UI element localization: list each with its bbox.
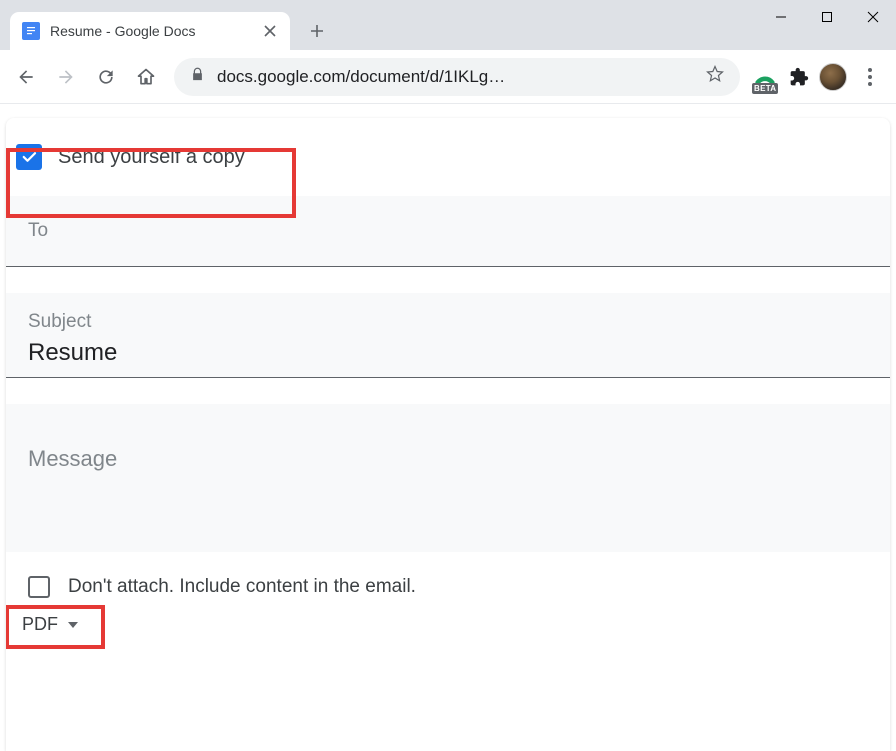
subject-value: Resume: [28, 339, 868, 367]
browser-menu-button[interactable]: [852, 59, 888, 95]
bookmark-star-icon[interactable]: [706, 65, 724, 88]
beta-badge-text: BETA: [752, 83, 778, 94]
nav-forward-button[interactable]: [48, 59, 84, 95]
nav-reload-button[interactable]: [88, 59, 124, 95]
profile-avatar[interactable]: [818, 62, 848, 92]
to-field[interactable]: To: [6, 196, 890, 267]
lock-icon: [190, 67, 205, 87]
avatar-icon: [819, 63, 847, 91]
new-tab-button[interactable]: [302, 16, 332, 46]
nav-home-button[interactable]: [128, 59, 164, 95]
message-label: Message: [28, 446, 868, 472]
docs-favicon-icon: [22, 22, 40, 40]
dont-attach-label: Don't attach. Include content in the ema…: [68, 576, 416, 598]
window-controls: [758, 0, 896, 34]
subject-label: Subject: [28, 311, 868, 333]
extensions-puzzle-icon[interactable]: [784, 62, 814, 92]
tab-title: Resume - Google Docs: [50, 23, 252, 39]
address-url: docs.google.com/document/d/1IKLg…: [217, 67, 694, 87]
chevron-down-icon: [68, 622, 78, 628]
extension-beta-icon[interactable]: BETA: [750, 62, 780, 92]
browser-toolbar: docs.google.com/document/d/1IKLg… BETA: [0, 50, 896, 104]
window-close-button[interactable]: [850, 0, 896, 34]
kebab-icon: [868, 68, 872, 86]
format-dropdown[interactable]: PDF: [6, 608, 890, 653]
message-field[interactable]: Message: [6, 404, 890, 552]
tab-close-icon[interactable]: [262, 23, 278, 39]
send-copy-checkbox[interactable]: [16, 144, 42, 170]
send-copy-label: Send yourself a copy: [58, 146, 245, 169]
dont-attach-checkbox[interactable]: [28, 576, 50, 598]
browser-tab-active[interactable]: Resume - Google Docs: [10, 12, 290, 50]
dont-attach-row: Don't attach. Include content in the ema…: [6, 552, 890, 608]
email-dialog: Send yourself a copy To Subject Resume M…: [6, 118, 890, 751]
to-label: To: [28, 220, 868, 242]
window-minimize-button[interactable]: [758, 0, 804, 34]
nav-back-button[interactable]: [8, 59, 44, 95]
subject-field[interactable]: Subject Resume: [6, 293, 890, 378]
browser-titlebar: Resume - Google Docs: [0, 0, 896, 50]
window-maximize-button[interactable]: [804, 0, 850, 34]
address-bar[interactable]: docs.google.com/document/d/1IKLg…: [174, 58, 740, 96]
format-value: PDF: [22, 614, 58, 635]
send-copy-row: Send yourself a copy: [6, 118, 890, 196]
